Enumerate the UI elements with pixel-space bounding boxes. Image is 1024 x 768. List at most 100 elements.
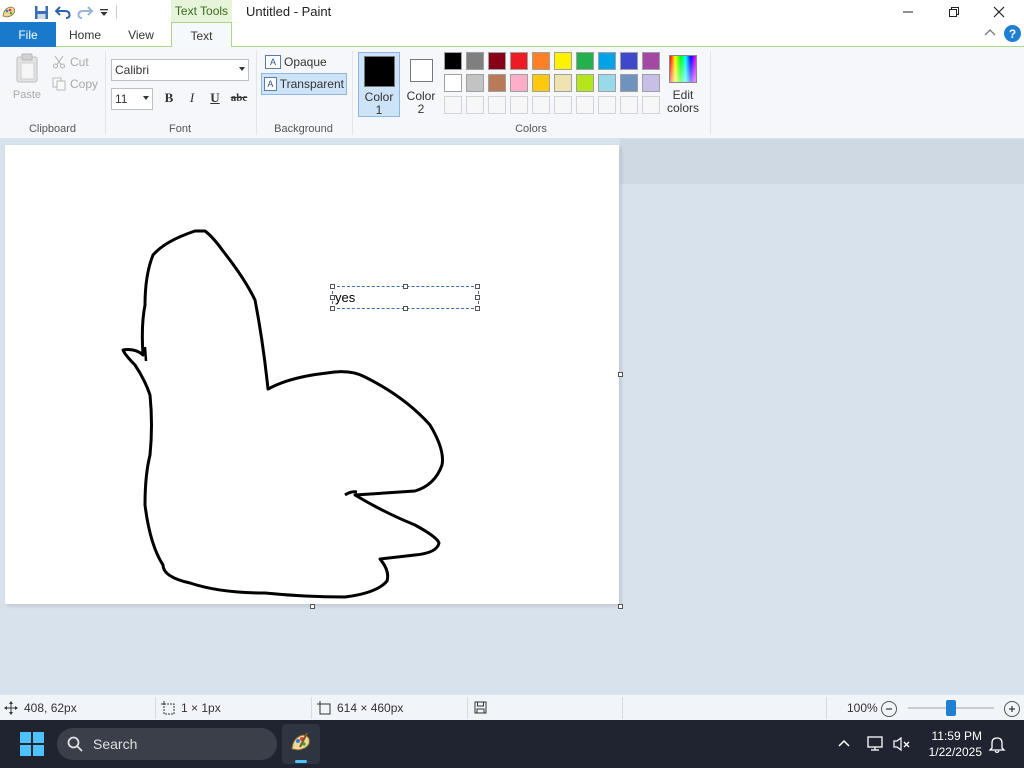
- palette-color-swatch[interactable]: [444, 52, 462, 70]
- font-family-dropdown[interactable]: Calibri: [111, 59, 249, 81]
- edit-colors-button[interactable]: Edit colors: [667, 52, 699, 118]
- close-button[interactable]: [976, 0, 1022, 24]
- cut-button[interactable]: Cut: [52, 53, 89, 71]
- opaque-button[interactable]: A Opaque: [263, 52, 329, 72]
- transparent-button[interactable]: A Transparent: [261, 73, 347, 95]
- search-icon: [67, 736, 83, 752]
- palette-custom-slot[interactable]: [510, 96, 528, 114]
- palette-color-swatch[interactable]: [598, 74, 616, 92]
- palette-custom-slot[interactable]: [444, 96, 462, 114]
- ribbon-separator: [710, 51, 711, 135]
- text-box-handle[interactable]: [475, 284, 480, 289]
- palette-color-swatch[interactable]: [620, 74, 638, 92]
- bold-button[interactable]: B: [159, 88, 179, 108]
- title-bar: Text Tools Untitled - Paint: [0, 0, 1024, 24]
- palette-color-swatch[interactable]: [554, 52, 572, 70]
- chevron-up-icon[interactable]: [836, 736, 852, 752]
- paste-label: Paste: [12, 89, 42, 101]
- palette-custom-slot[interactable]: [466, 96, 484, 114]
- text-box-handle[interactable]: [403, 306, 408, 311]
- network-icon[interactable]: [866, 734, 886, 754]
- text-box-content[interactable]: yes: [335, 290, 355, 305]
- canvas-resize-handle-right[interactable]: [618, 372, 623, 377]
- image-size: 614 × 460px: [317, 701, 403, 715]
- status-bar: 408, 62px 1 × 1px 614 × 460px 100%: [0, 694, 1024, 720]
- text-box[interactable]: yes: [330, 284, 480, 311]
- palette-color-swatch[interactable]: [554, 74, 572, 92]
- palette-color-swatch[interactable]: [532, 74, 550, 92]
- image-size-value: 614 × 460px: [337, 701, 404, 715]
- volume-muted-icon[interactable]: [892, 734, 912, 754]
- color1-number: 1: [375, 103, 383, 117]
- maximize-button[interactable]: [931, 0, 977, 24]
- text-box-handle[interactable]: [475, 306, 480, 311]
- save-icon[interactable]: [32, 3, 50, 21]
- color1-button[interactable]: Color 1: [358, 52, 400, 117]
- strikethrough-button[interactable]: abc: [229, 88, 249, 108]
- palette-color-swatch[interactable]: [576, 74, 594, 92]
- palette-custom-slot[interactable]: [532, 96, 550, 114]
- palette-color-swatch[interactable]: [488, 52, 506, 70]
- palette-custom-slot[interactable]: [488, 96, 506, 114]
- zoom-slider-thumb[interactable]: [946, 700, 956, 716]
- text-box-handle[interactable]: [330, 295, 335, 300]
- palette-color-swatch[interactable]: [598, 52, 616, 70]
- minimize-button[interactable]: [885, 0, 931, 24]
- palette-color-swatch[interactable]: [642, 52, 660, 70]
- canvas-resize-handle-bottom[interactable]: [310, 604, 315, 609]
- tab-file[interactable]: File: [0, 22, 56, 47]
- palette-color-swatch[interactable]: [466, 52, 484, 70]
- drawing-canvas[interactable]: yes: [5, 145, 619, 604]
- palette-custom-slot[interactable]: [576, 96, 594, 114]
- taskbar-clock[interactable]: 11:59 PM 1/22/2025: [929, 728, 982, 760]
- palette-color-swatch[interactable]: [642, 74, 660, 92]
- file-size: [474, 701, 487, 714]
- italic-button[interactable]: I: [182, 88, 202, 108]
- zoom-level: 100%: [847, 701, 878, 715]
- zoom-out-button[interactable]: [881, 701, 897, 717]
- active-app-indicator: [295, 760, 307, 763]
- colors-group-label: Colors: [515, 123, 547, 135]
- redo-icon[interactable]: [76, 3, 94, 21]
- transparent-icon: A: [264, 77, 277, 91]
- palette-color-swatch[interactable]: [510, 74, 528, 92]
- start-button[interactable]: [20, 732, 44, 756]
- palette-color-swatch[interactable]: [488, 74, 506, 92]
- color2-button[interactable]: Color 2: [402, 52, 440, 117]
- palette-color-swatch[interactable]: [466, 74, 484, 92]
- tab-home[interactable]: Home: [60, 22, 110, 47]
- tab-view[interactable]: View: [116, 22, 166, 47]
- paint-app-icon[interactable]: [0, 3, 18, 21]
- palette-color-swatch[interactable]: [510, 52, 528, 70]
- palette-custom-slot[interactable]: [642, 96, 660, 114]
- undo-icon[interactable]: [54, 3, 72, 21]
- taskbar-search[interactable]: Search: [57, 728, 277, 760]
- palette-color-swatch[interactable]: [576, 52, 594, 70]
- minimize-ribbon-icon[interactable]: [984, 27, 996, 41]
- zoom-in-button[interactable]: [1004, 701, 1020, 717]
- text-box-handle[interactable]: [403, 284, 408, 289]
- paste-button[interactable]: Paste: [8, 53, 46, 105]
- underline-button[interactable]: U: [205, 88, 225, 108]
- canvas-resize-handle-corner[interactable]: [618, 604, 623, 609]
- font-size-dropdown[interactable]: 11: [111, 88, 153, 110]
- palette-color-swatch[interactable]: [444, 74, 462, 92]
- tab-text[interactable]: Text: [171, 22, 232, 48]
- help-icon[interactable]: ?: [1004, 25, 1021, 42]
- text-box-handle[interactable]: [330, 284, 335, 289]
- palette-custom-slot[interactable]: [554, 96, 572, 114]
- status-separator: [311, 697, 312, 719]
- taskbar-paint-app[interactable]: [282, 724, 320, 764]
- palette-custom-slot[interactable]: [598, 96, 616, 114]
- text-box-handle[interactable]: [475, 295, 480, 300]
- palette-color-swatch[interactable]: [620, 52, 638, 70]
- palette-color-swatch[interactable]: [532, 52, 550, 70]
- notification-bell-icon[interactable]: [988, 734, 1006, 754]
- font-size-value: 11: [115, 92, 128, 106]
- customize-quick-access-icon[interactable]: [95, 3, 113, 21]
- color2-number: 2: [417, 102, 425, 116]
- font-group-label: Font: [168, 123, 191, 135]
- palette-custom-slot[interactable]: [620, 96, 638, 114]
- text-box-handle[interactable]: [330, 306, 335, 311]
- copy-button[interactable]: Copy: [52, 75, 98, 93]
